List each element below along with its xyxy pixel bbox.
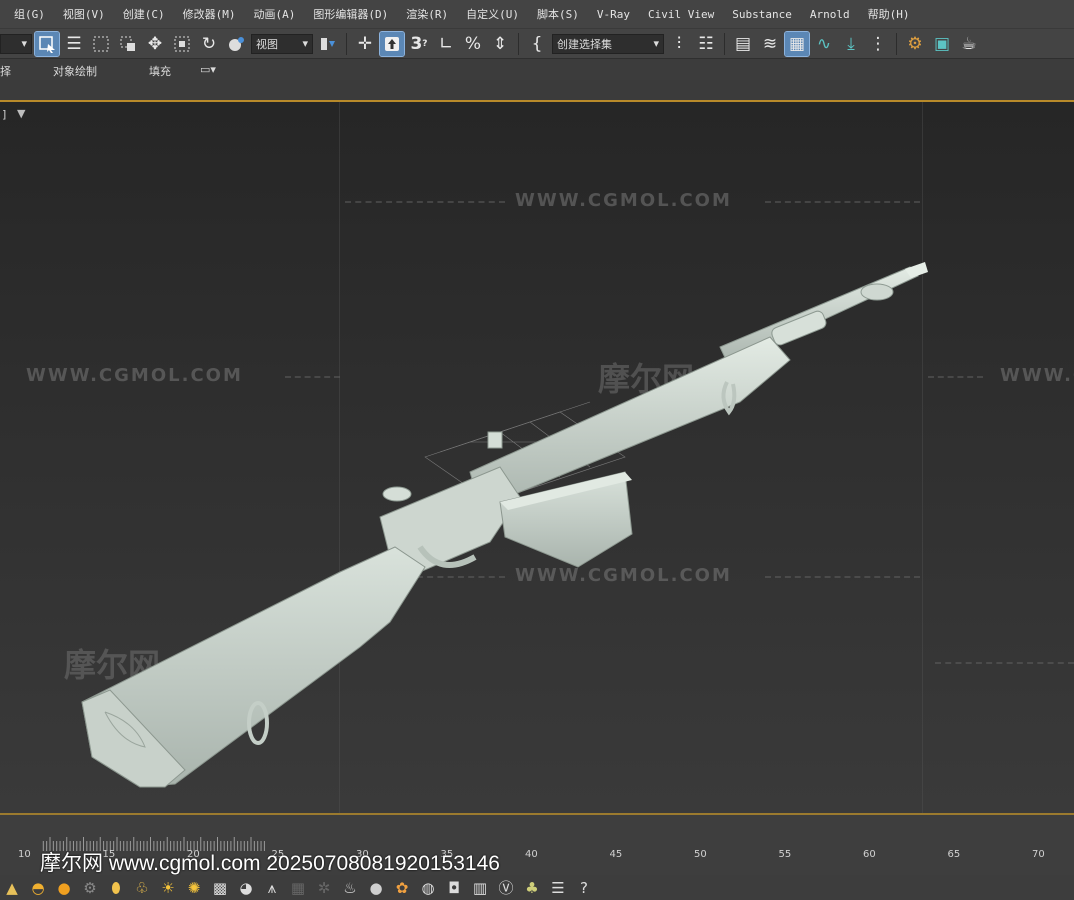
gear-icon[interactable]: ⚙ (80, 878, 100, 898)
select-object-icon[interactable] (34, 30, 60, 57)
mirror-icon[interactable]: ⫶ (667, 32, 691, 56)
paint-icon[interactable]: ◍ (418, 878, 438, 898)
menu-item[interactable]: V-Ray (588, 8, 639, 21)
ribbon-panel (0, 80, 1074, 100)
sphere-icon[interactable]: ◓ (28, 878, 48, 898)
menu-item[interactable]: Civil View (639, 8, 723, 21)
color-palette-icon[interactable]: ✿ (392, 878, 412, 898)
toolbar-separator (346, 32, 347, 55)
move-icon[interactable]: ✥ (143, 32, 167, 56)
rotate-icon[interactable]: ↻ (197, 32, 221, 56)
curve-editor-icon[interactable]: ∿ (812, 32, 836, 56)
sun-icon[interactable]: ● (54, 878, 74, 898)
menu-item[interactable]: Substance (723, 8, 801, 21)
ribbon-tab-selection[interactable]: 择 (0, 63, 11, 79)
spotlight-icon[interactable]: ⬮ (106, 878, 126, 898)
snaps-toggle-icon[interactable]: 3? (407, 32, 431, 56)
sunlight-icon[interactable]: ☀ (158, 878, 178, 898)
help-icon[interactable]: ? (574, 878, 594, 898)
menu-item[interactable]: 渲染(R) (397, 6, 457, 22)
rotate-select-icon[interactable] (170, 32, 194, 56)
menu-item[interactable]: 动画(A) (245, 6, 305, 22)
perspective-viewport[interactable]: ] ▼ WWW.CGMOL.COM WWW.CGMOL.COM WWW.CGMO… (0, 102, 1074, 813)
select-by-name-icon[interactable]: ☰ (62, 32, 86, 56)
grid-helper-icon[interactable]: ▦ (288, 878, 308, 898)
menu-item[interactable]: 创建(C) (114, 6, 174, 22)
layer-explorer-icon[interactable]: ≋ (758, 32, 782, 56)
align-icon[interactable]: ☷ (694, 32, 718, 56)
scale-icon[interactable] (224, 32, 248, 56)
render-production-icon[interactable]: ☕ (957, 32, 981, 56)
menu-item[interactable]: 自定义(U) (457, 6, 528, 22)
named-selection-set-dropdown[interactable]: 创建选择集 ▾ (552, 33, 664, 54)
timeline-tick-label: 45 (609, 849, 623, 860)
menu-item[interactable]: Arnold (801, 8, 859, 21)
menu-item[interactable]: 帮助(H) (859, 6, 919, 22)
forest-icon[interactable]: ♣ (522, 878, 542, 898)
angle-snap-icon[interactable]: ∟ (434, 32, 458, 56)
timeline-tick-label: 65 (947, 849, 961, 860)
geometry-icon[interactable]: ▲ (2, 878, 22, 898)
sphere-material-icon[interactable]: ● (366, 878, 386, 898)
selection-filter-dropdown[interactable]: ▾ (0, 33, 32, 54)
ribbon-tabs: 择 对象绘制 填充 ▭▾ (0, 58, 1074, 81)
frame-buffer-icon[interactable]: ▥ (470, 878, 490, 898)
toggle-ribbon-icon[interactable]: ▦ (784, 30, 810, 57)
list-icon[interactable]: ☰ (548, 878, 568, 898)
dummy-icon[interactable]: ✲ (314, 878, 334, 898)
menu-item[interactable]: 视图(V) (54, 6, 114, 22)
timeline-tick-label: 50 (694, 849, 707, 860)
menu-item[interactable]: 组(G) (0, 6, 54, 22)
keyboard-shortcut-override-icon[interactable] (379, 30, 405, 57)
bottom-shelf-toolbar: ▲ ◓ ● ⚙ ⬮ ♧ ☀ ✺ ▩ ◕ ⩚ ▦ ✲ ♨ ● ✿ ◍ ◘ ▥ Ⓥ … (0, 875, 1074, 900)
timeline-tick-label: 70 (1032, 849, 1045, 860)
menu-bar: 组(G) 视图(V) 创建(C) 修改器(M) 动画(A) 图形编辑器(D) 渲染(R) 自定… (0, 0, 1074, 28)
camera-icon[interactable]: ⩚ (262, 878, 282, 898)
menu-item[interactable]: 图形编辑器(D) (304, 6, 397, 22)
window-crossing-icon[interactable] (116, 32, 140, 56)
timeline-tick-label: 60 (863, 849, 876, 860)
render-setup-icon[interactable]: ⚙ (903, 32, 927, 56)
reference-coordinate-dropdown[interactable]: 视图 ▾ (251, 33, 313, 54)
main-toolbar: ▾ ☰ ✥ ↻ 视图 ▾ ✛ 3? ∟ % ⇕ { 创建选择集 ▾ ⫶ ☷ ▤ ≋ … (0, 28, 1074, 58)
ribbon-options-icon[interactable]: ▭▾ (200, 63, 216, 76)
box-icon[interactable]: ▩ (210, 878, 230, 898)
percent-snap-icon[interactable]: % (461, 32, 485, 56)
material-editor-icon[interactable]: ⋮ (866, 32, 890, 56)
timeline-tick-label: 55 (778, 849, 792, 860)
toolbar-separator (896, 32, 897, 55)
edit-named-selection-icon[interactable]: { (525, 32, 549, 56)
pivot-center-icon[interactable] (316, 32, 340, 56)
vray-logo-icon[interactable]: Ⓥ (496, 878, 516, 898)
menu-item[interactable]: 脚本(S) (528, 6, 588, 22)
omni-light-icon[interactable]: ♧ (132, 878, 152, 898)
rendered-frame-window-icon[interactable]: ▣ (930, 32, 954, 56)
material-ball-icon[interactable]: ◕ (236, 878, 256, 898)
sky-icon[interactable]: ✺ (184, 878, 204, 898)
watermark-overlay-text: 摩尔网 www.cgmol.com 20250708081920153146 (40, 852, 500, 875)
time-slider[interactable]: 10 15 20 25 30 35 40 45 50 55 60 65 70 摩尔网 www.cgmol… (0, 815, 1074, 875)
scene-explorer-icon[interactable]: ▤ (731, 32, 755, 56)
menu-item[interactable]: 修改器(M) (174, 6, 245, 22)
schematic-view-icon[interactable]: ⤓ (839, 32, 863, 56)
toolbar-separator (518, 32, 519, 55)
ribbon-tab-object-paint[interactable]: 对象绘制 (53, 63, 97, 79)
ribbon-tab-populate[interactable]: 填充 (149, 63, 171, 79)
rifle-model[interactable] (0, 102, 1074, 813)
spinner-snap-icon[interactable]: ⇕ (488, 32, 512, 56)
render-elements-icon[interactable]: ◘ (444, 878, 464, 898)
fire-effect-icon[interactable]: ♨ (340, 878, 360, 898)
rectangular-selection-icon[interactable] (89, 32, 113, 56)
toolbar-separator (724, 32, 725, 55)
select-manipulate-icon[interactable]: ✛ (353, 32, 377, 56)
timeline-tick-label: 40 (525, 849, 538, 860)
timeline-tick-label: 10 (18, 849, 31, 860)
